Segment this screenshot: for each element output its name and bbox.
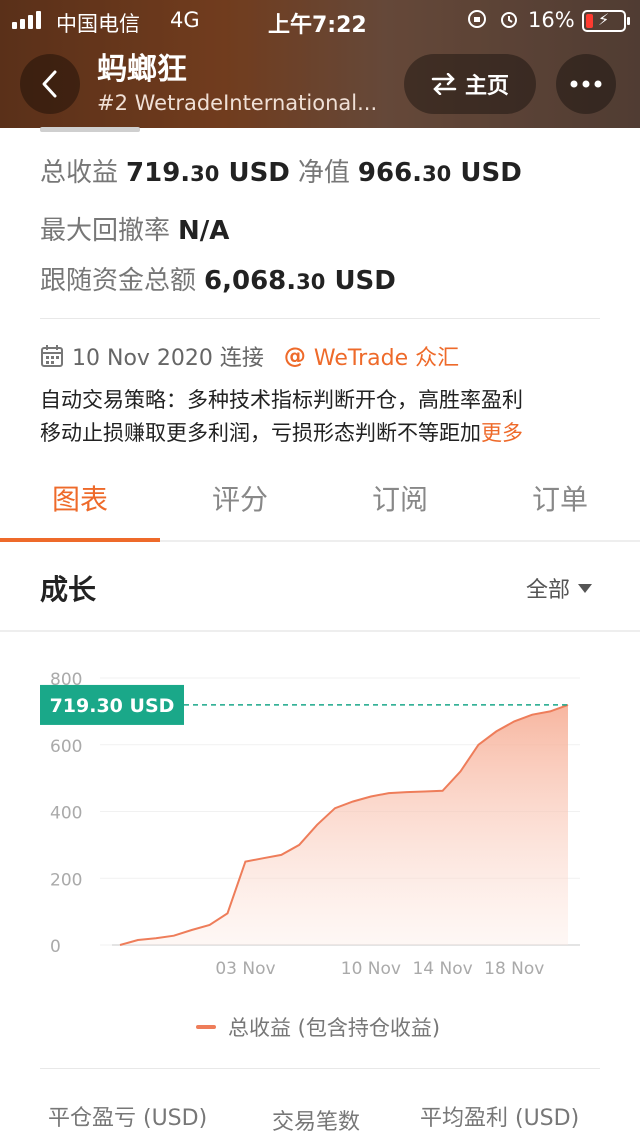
y-tick-label: 400 (50, 804, 82, 824)
at-icon: @ (283, 343, 306, 369)
battery-icon: ⚡ (582, 10, 630, 32)
equity-label: 净值 (297, 158, 350, 188)
home-button[interactable]: 主页 (404, 54, 536, 114)
more-dots-icon (570, 80, 602, 88)
total-profit-label: 总收益 (40, 158, 119, 188)
alarm-icon (501, 12, 517, 28)
broker-name: WeTrade 众汇 (313, 346, 460, 371)
calendar-icon (41, 345, 63, 367)
legend-swatch (196, 1025, 216, 1029)
current-value-label: 719.30 USD (50, 695, 175, 717)
total-profit-value: 719.30 USD (126, 158, 290, 188)
swap-icon (431, 73, 457, 95)
connect-date: 10 Nov 2020 连接 (72, 346, 264, 371)
trade-count-header: 交易笔数 (272, 1110, 361, 1135)
carrier-label: 中国电信 (56, 12, 140, 36)
x-tick-label: 14 Nov (412, 959, 472, 979)
network-label: 4G (170, 8, 200, 32)
connection-meta: 10 Nov 2020 连接 @ WeTrade 众汇 (40, 340, 459, 372)
more-button[interactable] (556, 54, 616, 114)
more-link[interactable]: 更多 (481, 421, 523, 445)
drawdown-value: N/A (178, 216, 230, 246)
status-time: 上午7:22 (268, 13, 367, 38)
scroll-peek (40, 127, 140, 132)
tab-rating[interactable]: 评分 (160, 478, 320, 518)
chevron-left-icon (42, 70, 57, 98)
y-tick-label: 600 (50, 737, 82, 757)
app-header: 中国电信 4G 上午7:22 16% ⚡ 蚂螂狂 #2 WetradeInter… (0, 0, 640, 128)
growth-title: 成长 (40, 573, 97, 606)
drawdown-label: 最大回撤率 (40, 216, 171, 246)
x-tick-label: 18 Nov (484, 959, 544, 979)
page-subtitle: #2 WetradeInternational... (97, 91, 378, 115)
stats-row-drawdown: 最大回撤率 N/A (40, 210, 237, 247)
chart-legend: 总收益 (包含持仓收益) (196, 1012, 440, 1042)
tab-orders[interactable]: 订单 (480, 478, 640, 518)
range-dropdown[interactable]: 全部 (526, 572, 593, 604)
tab-bar: 图表 评分 订阅 订单 (0, 468, 640, 542)
stats-row-follow: 跟随资金总额 6,068.30 USD (40, 260, 404, 297)
closed-pnl-header: 平仓盈亏 (USD) (48, 1106, 208, 1131)
signal-icon (12, 11, 41, 29)
back-button[interactable] (20, 54, 80, 114)
description-line: 自动交易策略：多种技术指标判断开仓，高胜率盈利 (40, 388, 523, 412)
page-title: 蚂螂狂 (97, 52, 187, 87)
status-icons (466, 8, 520, 30)
y-tick-label: 200 (50, 870, 82, 890)
description-line: 移动止损赚取更多利润，亏损形态判断不等距加更多 (40, 421, 523, 445)
tab-chart[interactable]: 图表 (0, 478, 160, 518)
avg-profit-header: 平均盈利 (USD) (420, 1106, 580, 1131)
x-tick-label: 10 Nov (341, 959, 401, 979)
caret-down-icon (578, 583, 593, 593)
strategy-description: 自动交易策略：多种技术指标判断开仓，高胜率盈利 移动止损赚取更多利润，亏损形态判… (40, 384, 600, 450)
equity-value: 966.30 USD (357, 158, 522, 188)
growth-chart: 020040060080003 Nov 10 Nov 14 Nov 18 Nov719… (40, 670, 580, 979)
battery-percent: 16% (528, 8, 575, 32)
broker-link[interactable]: @ WeTrade 众汇 (284, 340, 459, 372)
range-value: 全部 (526, 578, 571, 603)
x-tick-label: 03 Nov (215, 959, 275, 979)
series-area (120, 704, 568, 945)
bottom-divider (40, 1068, 600, 1069)
legend-label: 总收益 (包含持仓收益) (228, 1016, 441, 1040)
follow-funds-value: 6,068.30 USD (204, 266, 396, 296)
stats-row-profit: 总收益 719.30 USD 净值 966.30 USD (40, 152, 530, 189)
y-tick-label: 0 (50, 937, 61, 957)
home-button-label: 主页 (464, 74, 509, 99)
follow-funds-label: 跟随资金总额 (40, 266, 197, 296)
section-divider (40, 318, 600, 319)
status-bar: 中国电信 4G 上午7:22 16% ⚡ (0, 0, 640, 40)
rotation-lock-icon (468, 10, 486, 28)
tab-subscribe[interactable]: 订阅 (320, 478, 480, 518)
